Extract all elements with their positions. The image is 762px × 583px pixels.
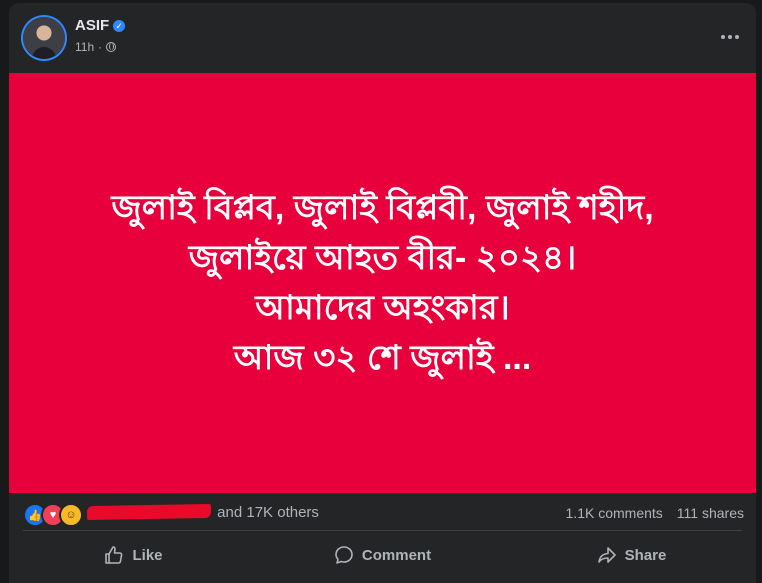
share-label: Share (624, 546, 667, 564)
reactions-bar: 👍 ♥ ☺ and 17K others 1.1K comments 111 s… (9, 496, 756, 530)
verified-badge-icon: ✓ (113, 19, 126, 32)
share-button[interactable]: Share (507, 535, 756, 575)
post-image[interactable]: জুলাই বিপ্লব, জুলাই বিপ্লবী, জুলাই শহীদ,… (9, 73, 756, 493)
globe-icon (106, 42, 117, 52)
post-actions: Like Comment Share (9, 535, 756, 575)
comments-count[interactable]: 1.1K comments (566, 505, 663, 521)
post-card: ASIF ✓ 11h · জুলাই বিপ্লব, জুলাই বিপ্লবী… (9, 3, 756, 583)
redacted-name (86, 503, 212, 521)
divider (23, 530, 742, 531)
image-text-line-1: জুলাই বিপ্লব, জুলাই বিপ্লবী, জুলাই শহীদ, (111, 189, 654, 227)
comment-icon (335, 546, 353, 564)
author-name[interactable]: ASIF (75, 17, 109, 34)
post-stats: 1.1K comments 111 shares (566, 505, 744, 521)
post-time[interactable]: 11h (75, 40, 94, 54)
author-avatar[interactable] (23, 17, 65, 59)
reaction-summary[interactable]: and 17K others (86, 503, 319, 521)
shares-count[interactable]: 111 shares (677, 505, 744, 521)
more-options-icon[interactable] (718, 25, 742, 49)
comment-button[interactable]: Comment (258, 535, 507, 575)
thumbs-up-icon (105, 546, 123, 564)
image-text-line-4: আজ ৩২ শে জুলাই ... (233, 339, 532, 377)
image-text-line-2: জুলাইয়ে আহত বীর- ২০২৪। (188, 239, 577, 277)
like-button[interactable]: Like (9, 535, 258, 575)
reaction-others: and 17K others (217, 504, 319, 521)
post-header: ASIF ✓ 11h · (9, 3, 756, 73)
haha-reaction-icon: ☺ (59, 503, 83, 527)
share-icon (597, 547, 616, 563)
reaction-icons[interactable]: 👍 ♥ ☺ (23, 503, 83, 527)
separator-dot: · (98, 40, 103, 54)
comment-label: Comment (361, 546, 432, 564)
image-text-line-3: আমাদের অহংকার। (255, 289, 510, 327)
author-row: ASIF ✓ (75, 17, 126, 34)
post-meta: 11h · (75, 40, 117, 54)
like-label: Like (132, 546, 163, 564)
